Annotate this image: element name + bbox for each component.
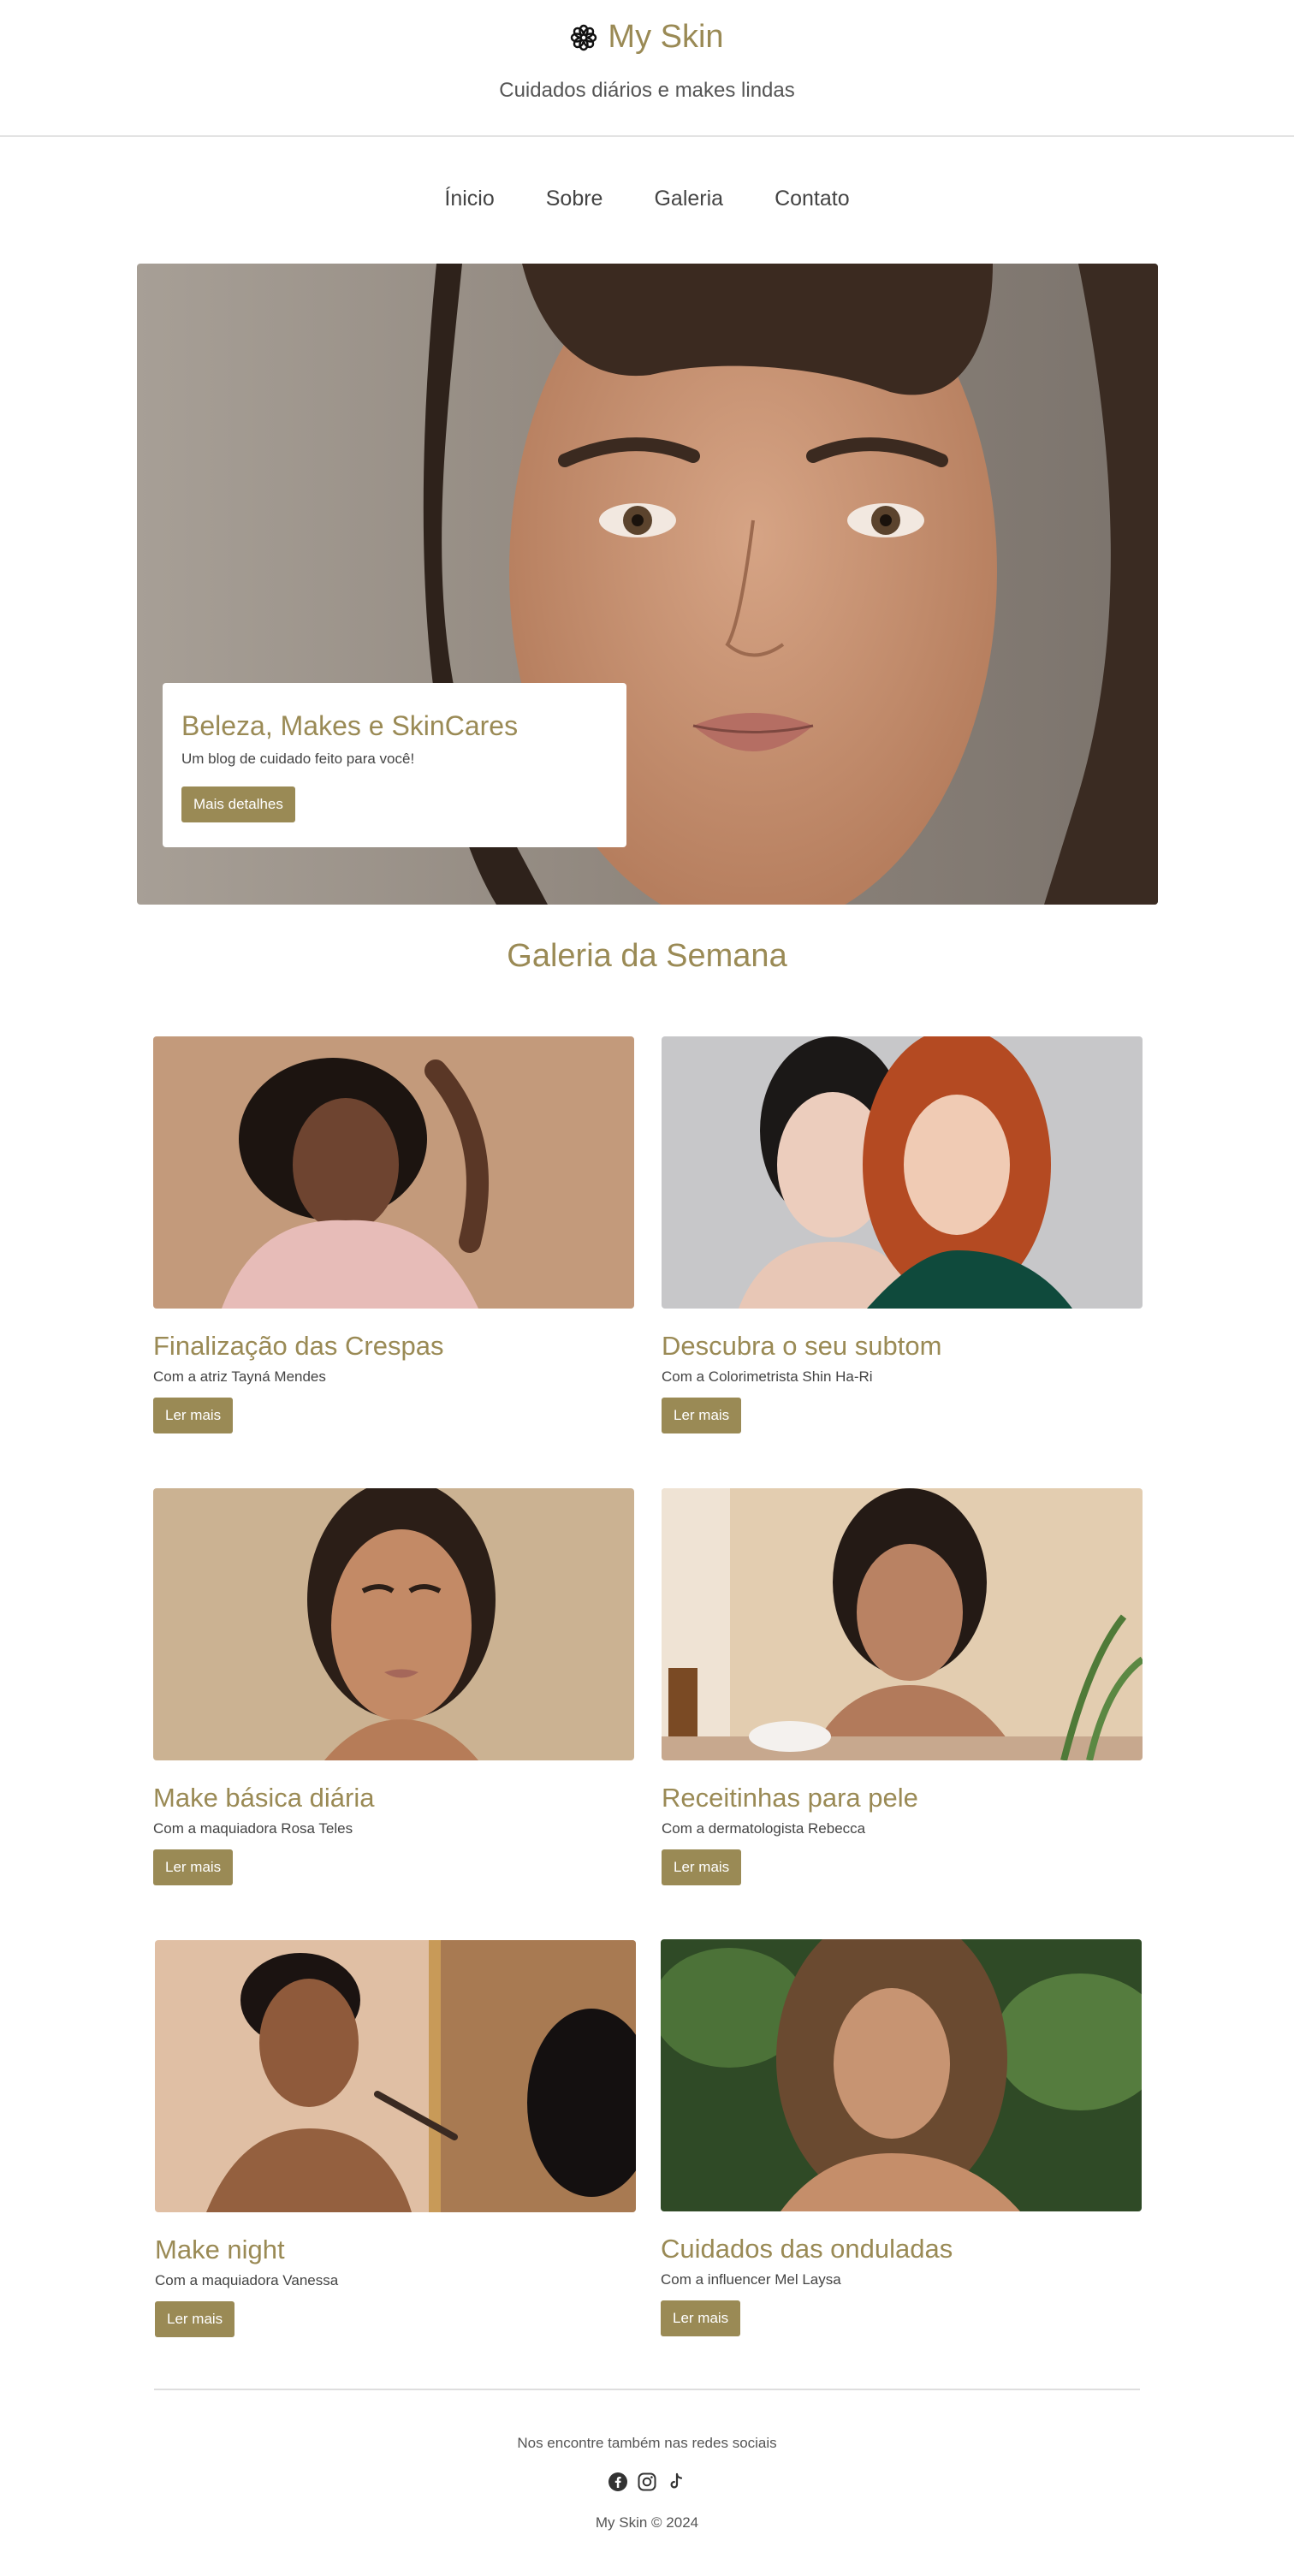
nav-item-contato[interactable]: Contato <box>775 187 850 211</box>
card-subtitle: Com a influencer Mel Laysa <box>661 2271 841 2288</box>
gallery-card: Descubra o seu subtom Com a Colorimetris… <box>662 1036 1143 1433</box>
gallery-card: Finalização das Crespas Com a atriz Tayn… <box>153 1036 634 1433</box>
gallery-title: Galeria da Semana <box>507 938 787 974</box>
footer-divider <box>154 2389 1140 2390</box>
tiktok-icon[interactable] <box>666 2472 686 2492</box>
card-title: Cuidados das onduladas <box>661 2234 953 2264</box>
read-more-button[interactable]: Ler mais <box>662 1849 742 1885</box>
card-image <box>662 1036 1143 1309</box>
hero-card: Beleza, Makes e SkinCares Um blog de cui… <box>163 683 626 847</box>
card-subtitle: Com a maquiadora Rosa Teles <box>153 1820 353 1837</box>
flower-icon <box>570 24 597 51</box>
card-image <box>662 1488 1143 1760</box>
read-more-button[interactable]: Ler mais <box>155 2301 235 2337</box>
card-image <box>153 1036 634 1309</box>
card-image <box>155 1940 636 2212</box>
hero-title: Beleza, Makes e SkinCares <box>181 710 519 741</box>
main-nav: Ínicio Sobre Galeria Contato <box>0 187 1294 211</box>
card-subtitle: Com a maquiadora Vanessa <box>155 2272 339 2288</box>
gallery-card: Make night Com a maquiadora Vanessa Ler … <box>155 1940 636 2337</box>
social-text: Nos encontre também nas redes sociais <box>517 2435 777 2451</box>
site-title: My Skin <box>608 19 724 55</box>
site-header: My Skin Cuidados diários e makes lindas <box>0 0 1294 137</box>
nav-item-inicio[interactable]: Ínicio <box>444 187 494 211</box>
site-tagline: Cuidados diários e makes lindas <box>499 79 795 102</box>
nav-item-galeria[interactable]: Galeria <box>654 187 723 211</box>
gallery-card: Receitinhas para pele Com a dermatologis… <box>662 1488 1143 1885</box>
facebook-icon[interactable] <box>608 2472 628 2492</box>
card-image <box>153 1488 634 1760</box>
copyright: My Skin © 2024 <box>595 2514 699 2531</box>
gallery-card: Cuidados das onduladas Com a influencer … <box>661 1939 1142 2336</box>
card-subtitle: Com a Colorimetrista Shin Ha-Ri <box>662 1368 873 1385</box>
card-image <box>661 1939 1142 2211</box>
read-more-button[interactable]: Ler mais <box>153 1398 234 1433</box>
read-more-button[interactable]: Ler mais <box>662 1398 742 1433</box>
card-subtitle: Com a dermatologista Rebecca <box>662 1820 866 1837</box>
card-title: Finalização das Crespas <box>153 1331 444 1361</box>
instagram-icon[interactable] <box>637 2472 657 2492</box>
hero-details-button[interactable]: Mais detalhes <box>181 786 295 822</box>
read-more-button[interactable]: Ler mais <box>153 1849 234 1885</box>
gallery-card: Make básica diária Com a maquiadora Rosa… <box>153 1488 634 1885</box>
card-title: Make night <box>155 2235 285 2264</box>
social-links <box>0 2472 1294 2492</box>
card-title: Descubra o seu subtom <box>662 1331 942 1361</box>
brand[interactable]: My Skin <box>0 19 1294 56</box>
card-subtitle: Com a atriz Tayná Mendes <box>153 1368 326 1385</box>
hero-subtitle: Um blog de cuidado feito para você! <box>181 751 415 767</box>
card-title: Make básica diária <box>153 1783 375 1813</box>
hero-banner: Beleza, Makes e SkinCares Um blog de cui… <box>137 264 1158 905</box>
card-title: Receitinhas para pele <box>662 1783 918 1813</box>
nav-item-sobre[interactable]: Sobre <box>546 187 603 211</box>
read-more-button[interactable]: Ler mais <box>661 2300 741 2336</box>
